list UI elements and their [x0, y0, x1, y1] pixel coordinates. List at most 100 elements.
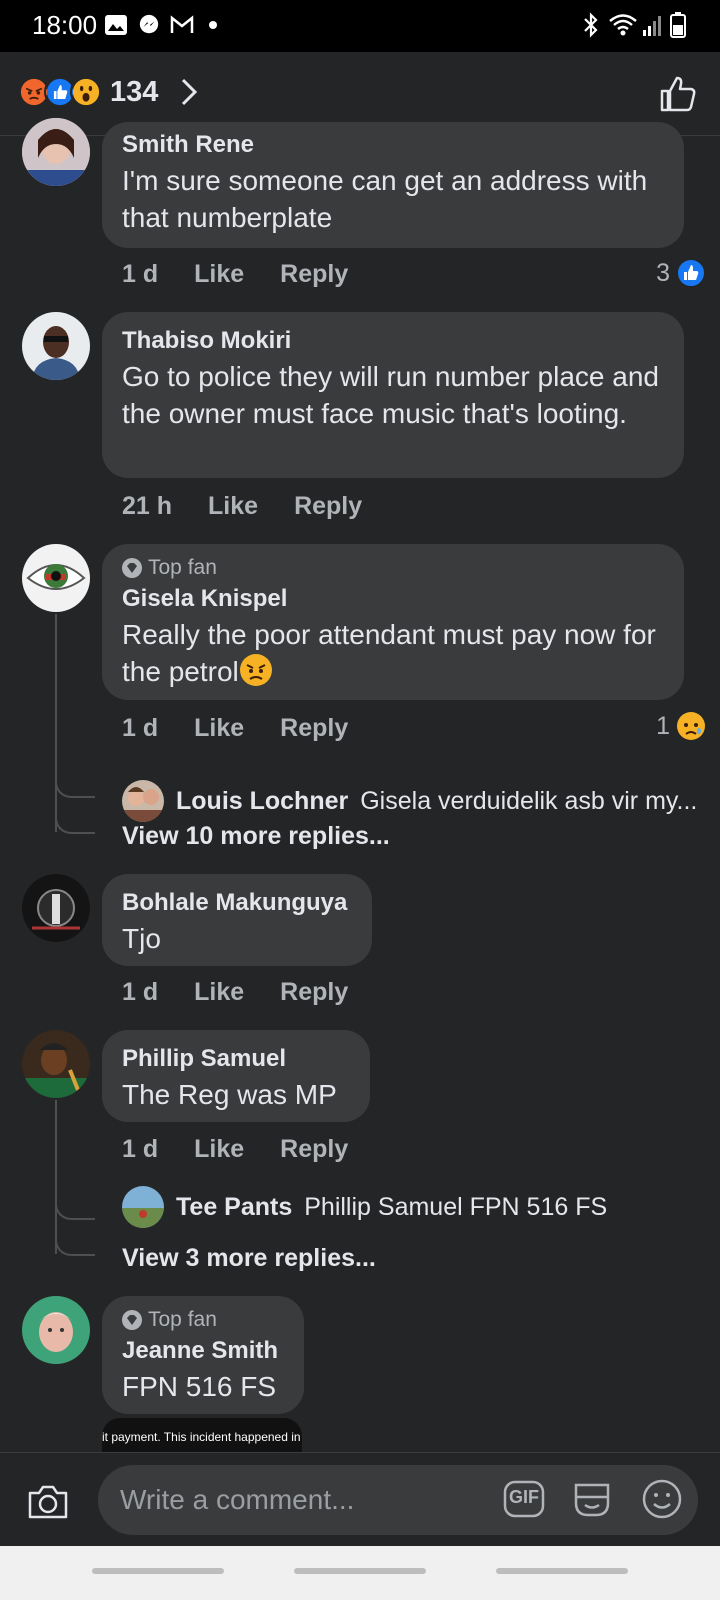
reply-text: Gisela verduidelik asb vir my...	[360, 786, 698, 815]
avatar-thabiso-mokiri[interactable]	[22, 312, 90, 380]
avatar-gisela-knispel[interactable]	[22, 544, 90, 612]
reply-link[interactable]: Reply	[280, 1135, 348, 1164]
comment-actions: 1 d Like Reply	[122, 714, 348, 743]
comment-attachment-image[interactable]: it payment. This incident happened in	[102, 1418, 302, 1452]
signal-icon	[643, 16, 661, 36]
sticker-icon[interactable]	[570, 1477, 614, 1521]
comment-composer: GIF	[0, 1452, 720, 1546]
comment-author[interactable]: Bohlale Makunguya	[122, 886, 352, 920]
comment-bubble[interactable]: Phillip Samuel The Reg was MP	[102, 1030, 370, 1122]
avatar-tee-pants	[122, 1186, 164, 1228]
like-link[interactable]: Like	[208, 492, 258, 521]
thread-branch	[55, 1228, 95, 1256]
like-link[interactable]: Like	[194, 714, 244, 743]
comment-text: Go to police they will run number place …	[122, 361, 659, 429]
reply-preview[interactable]: Tee Pants Phillip Samuel FPN 516 FS	[122, 1186, 607, 1228]
attachment-caption: it payment. This incident happened in	[102, 1430, 301, 1444]
emoji-icon[interactable]	[640, 1477, 684, 1521]
avatar-smith-rene[interactable]	[22, 118, 90, 186]
status-time: 18:00	[32, 10, 98, 40]
comment-time: 1 d	[122, 978, 159, 1006]
reply-author[interactable]: Louis Lochner	[176, 787, 348, 816]
avatar-phillip-samuel[interactable]	[22, 1030, 90, 1098]
reply-text: Phillip Samuel FPN 516 FS	[304, 1192, 608, 1221]
thread-line	[55, 614, 57, 832]
avatar-jeanne-smith[interactable]	[22, 1296, 90, 1364]
gif-label: GIF	[509, 1487, 539, 1507]
avatar-bohlale-makunguya[interactable]	[22, 874, 90, 942]
nav-recent-button[interactable]	[92, 1568, 224, 1574]
comment-reaction-badge[interactable]: 3	[656, 258, 706, 288]
reaction-count: 3	[656, 258, 670, 287]
nav-back-button[interactable]	[496, 1568, 628, 1574]
comment-bubble[interactable]: Top fan Jeanne Smith FPN 516 FS	[102, 1296, 304, 1414]
comment-actions: 1 d Like Reply	[122, 260, 348, 289]
comment-time: 1 d	[122, 714, 159, 742]
reply-link[interactable]: Reply	[280, 714, 348, 743]
reply-link[interactable]: Reply	[280, 260, 348, 289]
comment-reaction-badge[interactable]: 1	[656, 711, 706, 741]
like-button-icon[interactable]	[658, 74, 698, 114]
reply-author[interactable]: Tee Pants	[176, 1193, 292, 1222]
comment-text: I'm sure someone can get an address with…	[122, 165, 648, 233]
comment-bubble[interactable]: Bohlale Makunguya Tjo	[102, 874, 372, 966]
comment-actions: 1 d Like Reply	[122, 1135, 348, 1164]
top-fan-badge: Top fan	[122, 554, 664, 582]
avatar-photo	[22, 312, 90, 380]
comment-time: 21 h	[122, 492, 173, 520]
like-link[interactable]: Like	[194, 1135, 244, 1164]
avatar-photo	[22, 544, 90, 612]
sad-reaction-icon	[677, 712, 705, 740]
reaction-count: 1	[656, 711, 670, 740]
avatar-photo	[22, 874, 90, 942]
notification-dot-icon	[209, 21, 217, 29]
thread-branch	[55, 1192, 95, 1220]
wifi-icon	[609, 14, 637, 36]
comment-bubble[interactable]: Smith Rene I'm sure someone can get an a…	[102, 122, 684, 248]
avatar-photo	[22, 1296, 90, 1364]
reactions-summary[interactable]	[18, 76, 108, 110]
battery-icon	[670, 12, 686, 38]
avatar-photo	[22, 118, 90, 186]
like-reaction-icon	[676, 258, 706, 288]
gif-button[interactable]: GIF	[502, 1477, 546, 1521]
top-fan-badge: Top fan	[122, 1306, 284, 1334]
comment-author[interactable]: Phillip Samuel	[122, 1042, 350, 1076]
system-nav-bar	[0, 1546, 720, 1600]
like-link[interactable]: Like	[194, 260, 244, 289]
comment-actions: 1 d Like Reply	[122, 978, 348, 1007]
comment-author[interactable]: Smith Rene	[122, 128, 664, 162]
comment-time: 1 d	[122, 260, 159, 288]
chevron-right-icon[interactable]	[178, 76, 200, 108]
thread-branch	[55, 770, 95, 798]
badge-label: Top fan	[148, 1308, 217, 1331]
messenger-icon	[139, 14, 159, 34]
comment-actions: 21 h Like Reply	[122, 492, 362, 521]
comment-author[interactable]: Gisela Knispel	[122, 582, 664, 616]
view-more-replies-link[interactable]: View 10 more replies...	[122, 822, 390, 851]
top-fan-icon	[122, 558, 142, 578]
comment-author[interactable]: Thabiso Mokiri	[122, 324, 664, 358]
like-link[interactable]: Like	[194, 978, 244, 1007]
bluetooth-icon	[584, 12, 598, 38]
comment-text: FPN 516 FS	[122, 1371, 277, 1402]
thread-branch	[55, 806, 95, 834]
comment-time: 1 d	[122, 1135, 159, 1163]
angry-face-emoji-icon	[239, 654, 272, 686]
reply-preview[interactable]: Louis Lochner Gisela verduidelik asb vir…	[122, 780, 697, 822]
comment-text: The Reg was MP	[122, 1079, 337, 1110]
avatar-photo	[22, 1030, 90, 1098]
reply-link[interactable]: Reply	[294, 492, 362, 521]
top-fan-icon	[122, 1310, 142, 1330]
comment-bubble[interactable]: Thabiso Mokiri Go to police they will ru…	[102, 312, 684, 478]
view-more-replies-link[interactable]: View 3 more replies...	[122, 1244, 376, 1273]
comment-author[interactable]: Jeanne Smith	[122, 1334, 284, 1368]
wow-reaction-icon	[70, 76, 102, 108]
nav-home-button[interactable]	[294, 1568, 426, 1574]
gmail-icon	[170, 15, 194, 33]
comment-bubble[interactable]: Top fan Gisela Knispel Really the poor a…	[102, 544, 684, 700]
badge-label: Top fan	[148, 556, 217, 579]
reaction-count[interactable]: 134	[110, 76, 158, 109]
camera-icon[interactable]	[26, 1481, 70, 1521]
reply-link[interactable]: Reply	[280, 978, 348, 1007]
